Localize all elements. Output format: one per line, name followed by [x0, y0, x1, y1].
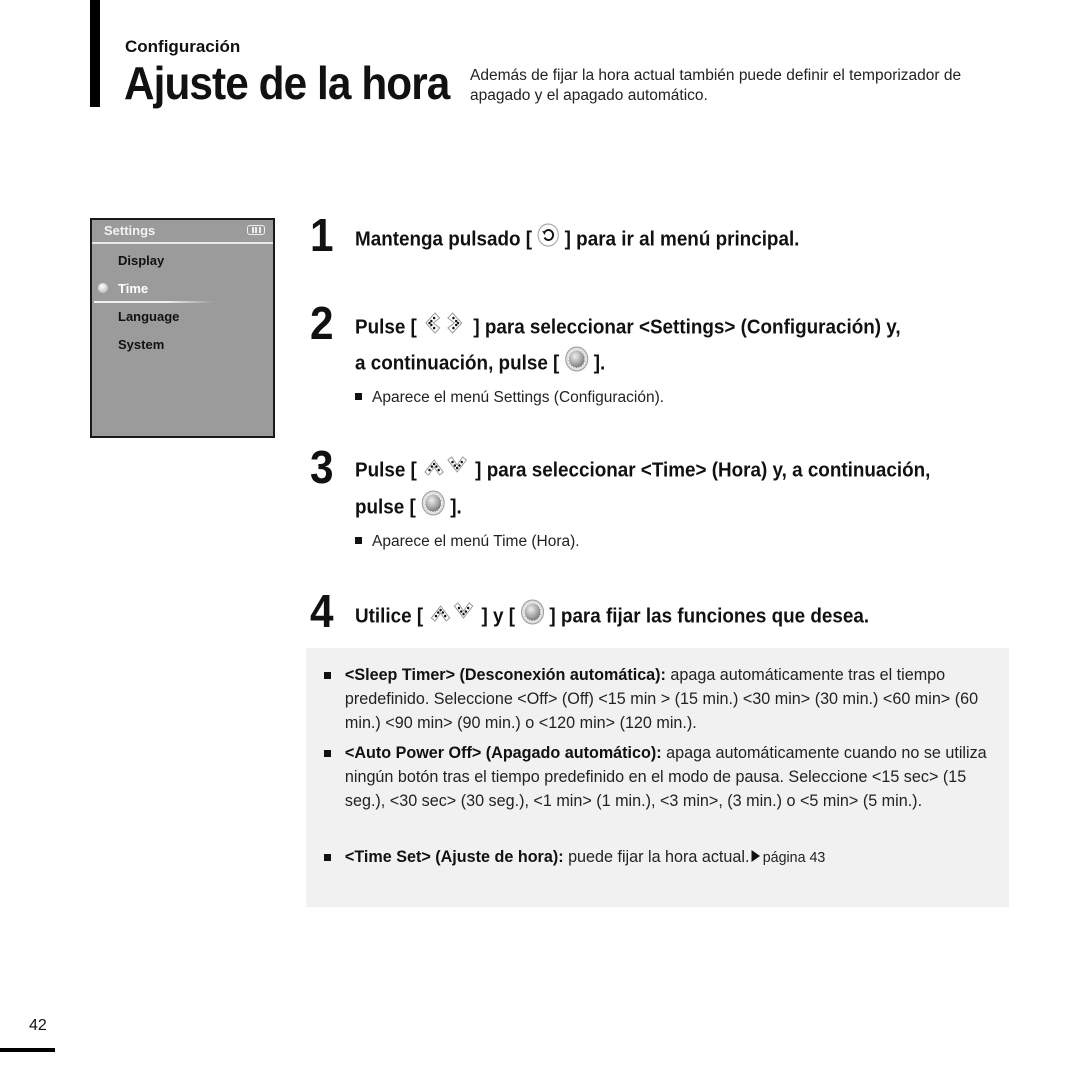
- page-number: 42: [29, 1017, 47, 1034]
- info-item-sleep-timer: <Sleep Timer> (Desconexión automática): …: [324, 663, 989, 735]
- select-button-icon: [520, 599, 544, 631]
- page-footer-rule: [0, 1048, 55, 1052]
- step-number: 1: [310, 209, 334, 261]
- info-item-time-set: <Time Set> (Ajuste de hora): puede fijar…: [324, 845, 989, 870]
- step-note: Aparece el menú Settings (Configuración)…: [355, 389, 664, 407]
- step-number: 2: [310, 297, 334, 349]
- page-reference-arrow-icon: [751, 850, 760, 862]
- step-instruction-line1: Pulse [ ] para seleccionar <Time> (Hora)…: [355, 455, 931, 485]
- section-marker-bar: [90, 0, 100, 107]
- selection-dot-icon: [98, 283, 108, 293]
- up-down-buttons-icon: [422, 455, 470, 483]
- screen-title: Settings: [104, 223, 156, 238]
- back-button-icon: [537, 223, 560, 253]
- step-text-part: Mantenga pulsado [: [355, 227, 533, 251]
- intro-text: Además de fijar la hora actual también p…: [470, 67, 962, 104]
- menu-item-language: Language: [118, 309, 180, 324]
- select-button-icon: [421, 490, 445, 522]
- step-instruction-line1: Pulse [ ] para seleccionar <Settings> (C…: [355, 311, 901, 343]
- step-text-part: ] para seleccionar <Time> (Hora) y, a co…: [475, 458, 931, 482]
- step-text-part: a continuación, pulse [: [355, 351, 560, 375]
- page-reference-link[interactable]: página 43: [763, 849, 826, 866]
- page-title: Ajuste de la hora: [124, 57, 450, 109]
- bullet-icon: [355, 393, 362, 401]
- step-text-part: Pulse [: [355, 458, 417, 482]
- step-instruction: Utilice [ ] y [ ] para fijar las funcion…: [355, 599, 870, 633]
- step-number: 3: [310, 441, 334, 493]
- menu-item-display: Display: [118, 253, 165, 268]
- step-text-part: Utilice [: [355, 604, 424, 628]
- info-item-auto-power-off: <Auto Power Off> (Apagado automático): a…: [324, 741, 989, 813]
- step-note: Aparece el menú Time (Hora).: [355, 533, 580, 551]
- select-button-icon: [565, 346, 589, 378]
- step-number: 4: [310, 585, 334, 637]
- step-instruction-line2: pulse [ ].: [355, 490, 462, 524]
- up-down-buttons-icon: [428, 601, 476, 629]
- battery-icon: [247, 225, 265, 235]
- info-term: <Auto Power Off> (Apagado automático):: [344, 743, 662, 762]
- selection-underline: [94, 301, 214, 303]
- step-text-part: ].: [593, 351, 606, 375]
- screen-header: Settings: [92, 220, 273, 244]
- section-label: Configuración: [125, 37, 241, 56]
- step-text-part: ] para fijar las funciones que desea.: [549, 604, 870, 628]
- bullet-icon: [355, 537, 362, 545]
- info-text: puede fijar la hora actual.: [563, 847, 750, 866]
- menu-item-time: Time: [118, 281, 149, 296]
- step-text-part: ] para seleccionar <Settings> (Configura…: [473, 315, 901, 339]
- step-note-text: Aparece el menú Settings (Configuración)…: [372, 389, 665, 406]
- left-right-buttons-icon: [422, 311, 468, 341]
- step-text-part: ] y [: [481, 604, 515, 628]
- step-text-part: Pulse [: [355, 315, 417, 339]
- device-screen: Settings Display Time Language System: [90, 218, 275, 438]
- step-instruction: Mantenga pulsado [ ] para ir al menú pri…: [355, 223, 800, 255]
- menu-item-system: System: [118, 337, 165, 352]
- step-instruction-line2: a continuación, pulse [ ].: [355, 346, 606, 380]
- step-text-part: ].: [450, 495, 462, 519]
- step-text-part: pulse [: [355, 495, 416, 519]
- info-box: <Sleep Timer> (Desconexión automática): …: [306, 648, 1009, 907]
- info-term: <Sleep Timer> (Desconexión automática):: [344, 665, 666, 684]
- step-text-part: ] para ir al menú principal.: [564, 227, 800, 251]
- step-note-text: Aparece el menú Time (Hora).: [372, 533, 580, 550]
- info-term: <Time Set> (Ajuste de hora):: [344, 847, 564, 866]
